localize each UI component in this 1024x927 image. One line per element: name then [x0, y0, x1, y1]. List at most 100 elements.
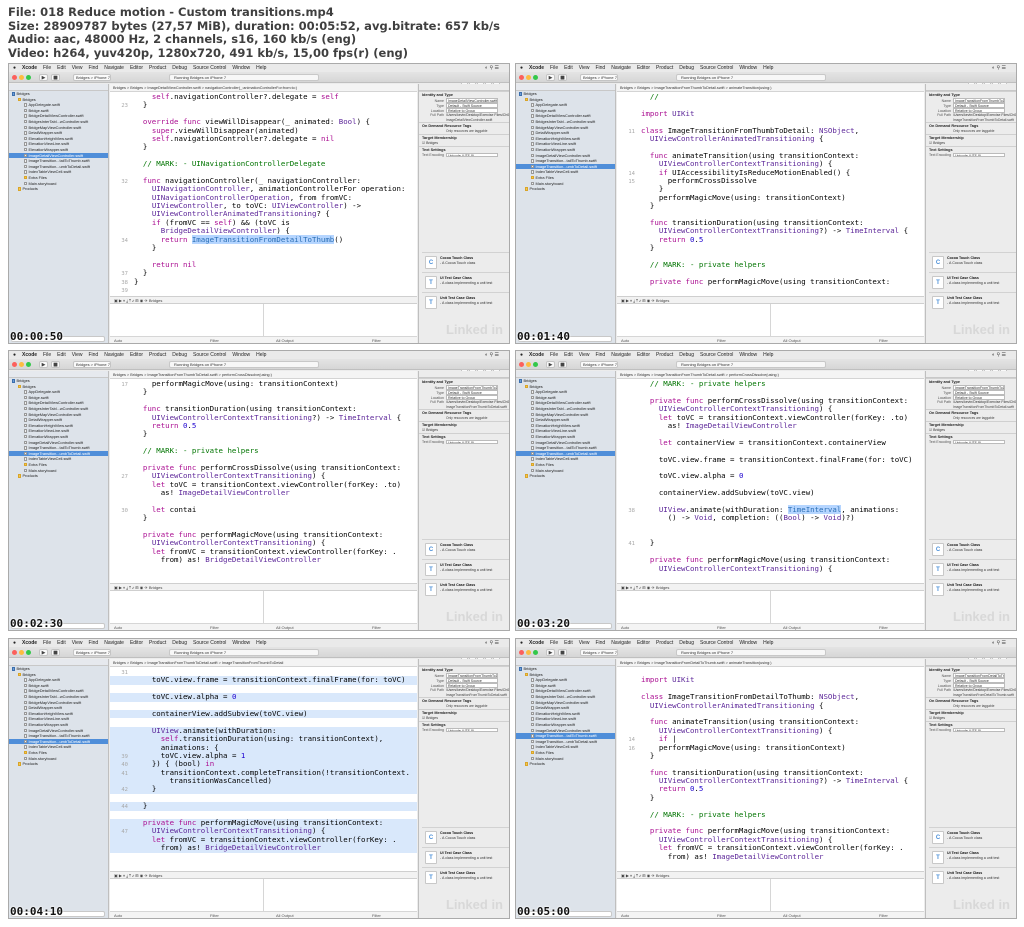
stop-button[interactable]: ■ — [558, 649, 567, 656]
code-area[interactable]: import UIKit class ImageTransitionFromDet… — [617, 668, 924, 871]
editor-mode-buttons[interactable] — [967, 361, 1013, 376]
navigator-item[interactable]: Products — [516, 186, 615, 192]
apple-menu-icon[interactable]: ● — [13, 352, 16, 358]
text-encoding-popup-value[interactable]: Unicode (UTF-8) — [446, 439, 498, 445]
template-item[interactable]: T Unit Test Case Class - A class implement… — [929, 867, 1016, 887]
auto-variables-scope[interactable]: Auto — [114, 337, 122, 343]
menu-navigate[interactable]: Navigate — [611, 640, 631, 646]
variables-filter[interactable]: Filter — [210, 337, 219, 343]
all-output-selector[interactable]: All Output — [783, 624, 801, 630]
minimize-window-button[interactable] — [526, 362, 531, 367]
all-output-selector[interactable]: All Output — [276, 624, 294, 630]
stop-button[interactable]: ■ — [51, 74, 60, 81]
scheme-selector[interactable]: Bridges > iPhone 7 — [580, 74, 618, 81]
variables-filter[interactable]: Filter — [717, 624, 726, 630]
apple-menu-icon[interactable]: ● — [520, 352, 523, 358]
name-field-value[interactable]: ImageTransitionFromThumbToDetail.swift — [953, 385, 1005, 390]
auto-variables-scope[interactable]: Auto — [621, 624, 629, 630]
scheme-selector[interactable]: Bridges > iPhone 7 — [73, 74, 111, 81]
location-popup-value[interactable]: Relative to Group — [953, 108, 1005, 113]
template-item[interactable]: T UI Test Case Class - A class implementin… — [422, 847, 509, 867]
apple-menu-icon[interactable]: ● — [13, 640, 16, 646]
minimize-window-button[interactable] — [19, 650, 24, 655]
menu-debug[interactable]: Debug — [172, 352, 187, 358]
debug-bar[interactable]: ▣ ▶ ⏸ ⤓ ⤒ ⤴ ⊞ ◉ ✈ Bridges — [617, 583, 924, 591]
type-popup-value[interactable]: Default - Swift Source — [953, 678, 1005, 683]
menu-help[interactable]: Help — [763, 640, 773, 646]
template-item[interactable]: T Unit Test Case Class - A class implement… — [929, 579, 1016, 599]
console-filter[interactable]: Filter — [879, 337, 888, 343]
variables-filter[interactable]: Filter — [717, 912, 726, 918]
console-filter[interactable]: Filter — [372, 337, 381, 343]
variables-filter[interactable]: Filter — [210, 624, 219, 630]
editor-mode-buttons[interactable] — [460, 74, 506, 89]
debug-bar[interactable]: ▣ ▶ ⏸ ⤓ ⤒ ⤴ ⊞ ◉ ✈ Bridges — [110, 583, 417, 591]
text-encoding-popup-value[interactable]: Unicode (UTF-8) — [446, 727, 498, 733]
location-popup-value[interactable]: Relative to Group — [446, 108, 498, 113]
all-output-selector[interactable]: All Output — [783, 337, 801, 343]
run-button[interactable]: ▶ — [39, 649, 48, 656]
menu-xcode[interactable]: Xcode — [529, 65, 544, 71]
menu-source-control[interactable]: Source Control — [193, 352, 226, 358]
menu-help[interactable]: Help — [763, 352, 773, 358]
stop-button[interactable]: ■ — [51, 361, 60, 368]
template-item[interactable]: T Unit Test Case Class - A class implement… — [422, 292, 509, 312]
console-filter[interactable]: Filter — [372, 912, 381, 918]
menu-window[interactable]: Window — [739, 65, 757, 71]
menu-help[interactable]: Help — [763, 65, 773, 71]
scheme-selector[interactable]: Bridges > iPhone 7 — [73, 649, 111, 656]
code-area[interactable]: // MARK: - private helpers private func … — [617, 380, 924, 583]
menu-file[interactable]: File — [550, 640, 558, 646]
template-item[interactable]: T UI Test Case Class - A class implementin… — [929, 559, 1016, 579]
auto-variables-scope[interactable]: Auto — [621, 337, 629, 343]
apple-menu-icon[interactable]: ● — [13, 65, 16, 71]
template-item[interactable]: C Cocoa Touch Class - A Cocoa Touch class — [929, 827, 1016, 847]
template-item[interactable]: C Cocoa Touch Class - A Cocoa Touch class — [929, 252, 1016, 272]
menu-source-control[interactable]: Source Control — [193, 640, 226, 646]
menu-window[interactable]: Window — [232, 65, 250, 71]
apple-menu-icon[interactable]: ● — [520, 640, 523, 646]
menu-debug[interactable]: Debug — [679, 352, 694, 358]
type-popup-value[interactable]: Default - Swift Source — [446, 678, 498, 683]
inspector-tabs[interactable] — [419, 659, 509, 666]
menu-window[interactable]: Window — [739, 352, 757, 358]
minimize-window-button[interactable] — [526, 650, 531, 655]
code-area[interactable]: 17 performMagicMove(using: transitionCon… — [110, 380, 417, 583]
name-field-value[interactable]: ImageTransitionFromThumbToDetail.swift — [446, 673, 498, 678]
close-window-button[interactable] — [519, 362, 524, 367]
menu-navigate[interactable]: Navigate — [611, 65, 631, 71]
zoom-window-button[interactable] — [533, 362, 538, 367]
menu-navigate[interactable]: Navigate — [104, 65, 124, 71]
location-popup-value[interactable]: Relative to Group — [446, 395, 498, 400]
stop-button[interactable]: ■ — [51, 649, 60, 656]
run-button[interactable]: ▶ — [546, 74, 555, 81]
menu-editor[interactable]: Editor — [130, 65, 143, 71]
jump-bar[interactable]: Bridges > Bridges > ImageTransitionFromT… — [110, 659, 417, 667]
jump-bar[interactable]: Bridges > Bridges > ImageTransitionFromT… — [617, 84, 924, 92]
menu-file[interactable]: File — [550, 65, 558, 71]
template-item[interactable]: C Cocoa Touch Class - A Cocoa Touch class — [929, 539, 1016, 559]
inspector-tabs[interactable] — [926, 84, 1016, 91]
editor-mode-buttons[interactable] — [967, 74, 1013, 89]
debug-bar[interactable]: ▣ ▶ ⏸ ⤓ ⤒ ⤴ ⊞ ◉ ✈ Bridges — [110, 296, 417, 304]
auto-variables-scope[interactable]: Auto — [621, 912, 629, 918]
run-button[interactable]: ▶ — [39, 74, 48, 81]
menu-window[interactable]: Window — [232, 640, 250, 646]
menu-source-control[interactable]: Source Control — [700, 640, 733, 646]
menu-xcode[interactable]: Xcode — [22, 352, 37, 358]
debug-bar[interactable]: ▣ ▶ ⏸ ⤓ ⤒ ⤴ ⊞ ◉ ✈ Bridges — [617, 296, 924, 304]
menu-editor[interactable]: Editor — [637, 640, 650, 646]
menu-debug[interactable]: Debug — [679, 65, 694, 71]
menu-navigate[interactable]: Navigate — [611, 352, 631, 358]
zoom-window-button[interactable] — [26, 650, 31, 655]
menu-source-control[interactable]: Source Control — [700, 352, 733, 358]
code-area[interactable]: 31 toVC.view.frame = transitionContext.f… — [110, 668, 417, 871]
name-field-value[interactable]: ImageTransitionFromDetailToThumb.swift — [953, 673, 1005, 678]
all-output-selector[interactable]: All Output — [783, 912, 801, 918]
run-button[interactable]: ▶ — [546, 649, 555, 656]
menu-find[interactable]: Find — [88, 65, 98, 71]
text-encoding-popup-value[interactable]: Unicode (UTF-8) — [953, 439, 1005, 445]
stop-button[interactable]: ■ — [558, 74, 567, 81]
navigator-item[interactable]: Products — [9, 473, 108, 479]
navigator-item[interactable]: Products — [9, 761, 108, 767]
